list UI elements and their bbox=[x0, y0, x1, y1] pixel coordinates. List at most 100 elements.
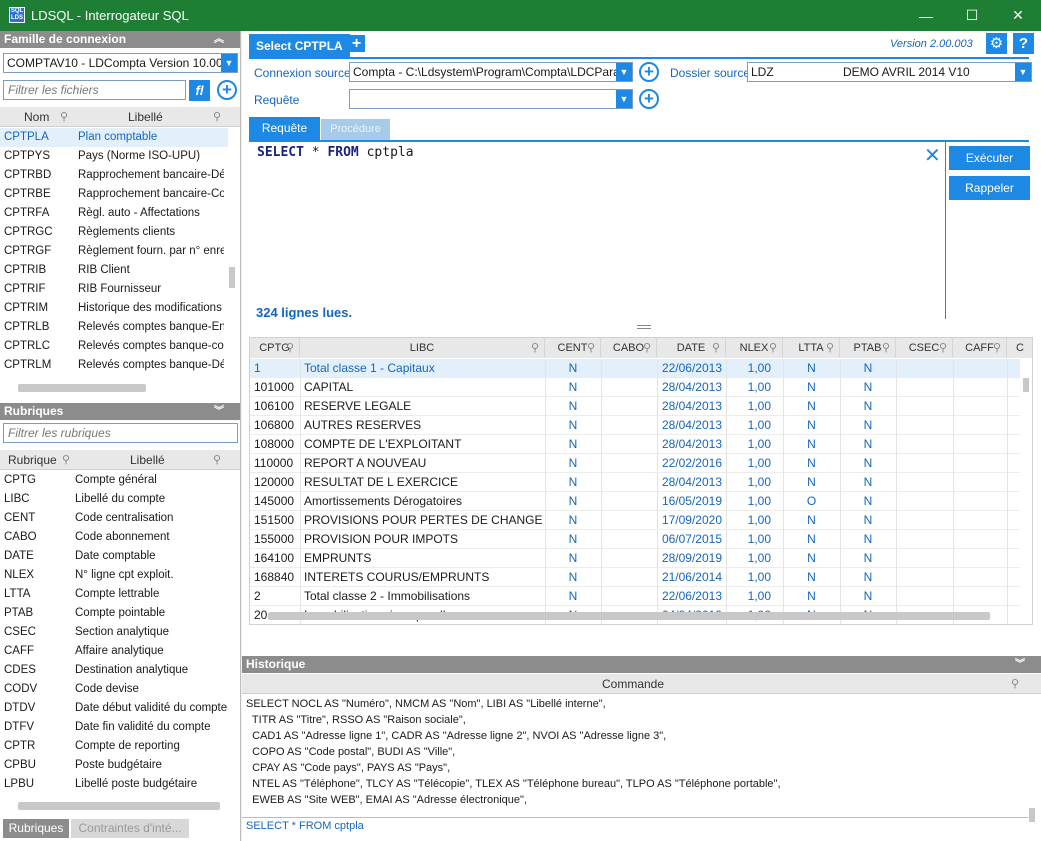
add-requete-button[interactable]: + bbox=[639, 89, 659, 109]
historique-line[interactable]: CAD1 AS "Adresse ligne 1", CADR AS "Adre… bbox=[246, 728, 666, 744]
famille-header[interactable]: Famille de connexion ︽ bbox=[0, 31, 240, 48]
table-row[interactable]: 151500 PROVISIONS POUR PERTES DE CHANGE N 1… bbox=[250, 511, 1020, 530]
col-nom[interactable]: Nom bbox=[24, 107, 49, 127]
table-row[interactable]: 101000 CAPITAL N 28/04/2013 1,00 N N bbox=[250, 378, 1020, 397]
historique-line[interactable]: CPAY AS "Code pays", PAYS AS "Pays", bbox=[246, 760, 450, 776]
col-libelle[interactable]: Libellé bbox=[128, 107, 163, 127]
search-icon[interactable]: ⚲ bbox=[712, 338, 720, 358]
file-row[interactable]: CPTRGC Règlements clients bbox=[0, 223, 228, 242]
expand-icon[interactable]: ︾ bbox=[1015, 656, 1025, 673]
splitter-handle[interactable] bbox=[637, 325, 651, 329]
expand-icon[interactable]: ︾ bbox=[214, 403, 224, 420]
file-row[interactable]: CPTPYS Pays (Norme ISO-UPU) bbox=[0, 147, 228, 166]
rubrique-row[interactable]: CODV Code devise bbox=[0, 680, 228, 699]
close-button[interactable]: ✕ bbox=[995, 0, 1041, 31]
file-row[interactable]: CPTRBE Rapprochement bancaire-Co bbox=[0, 185, 228, 204]
chevron-down-icon[interactable]: ▼ bbox=[616, 63, 632, 81]
rubrique-row[interactable]: CAFF Affaire analytique bbox=[0, 642, 228, 661]
rubrique-row[interactable]: CPTG Compte général bbox=[0, 471, 228, 490]
minimize-button[interactable]: — bbox=[903, 0, 949, 31]
table-row[interactable]: 164100 EMPRUNTS N 28/09/2019 1,00 N N bbox=[250, 549, 1020, 568]
rubrique-row[interactable]: DATE Date comptable bbox=[0, 547, 228, 566]
search-icon[interactable]: ⚲ bbox=[939, 338, 947, 358]
rubrique-row[interactable]: DTFV Date fin validité du compte bbox=[0, 718, 228, 737]
file-row[interactable]: CPTRLB Relevés comptes banque-Ent bbox=[0, 318, 228, 337]
historique-line[interactable]: SELECT NOCL AS "Numéro", NMCM AS "Nom", … bbox=[246, 696, 606, 712]
tab-rubriques[interactable]: Rubriques bbox=[3, 819, 69, 838]
rubriques-hscrollbar[interactable] bbox=[18, 802, 220, 810]
execute-button[interactable]: Exécuter bbox=[949, 146, 1030, 170]
search-icon[interactable]: ⚲ bbox=[213, 107, 221, 127]
search-icon[interactable]: ⚲ bbox=[643, 338, 651, 358]
table-row[interactable]: 108000 COMPTE DE L'EXPLOITANT N 28/04/2013 1… bbox=[250, 435, 1020, 454]
historique-scrollbar[interactable] bbox=[1029, 808, 1035, 822]
grid-col-libc[interactable]: LIBC bbox=[300, 338, 545, 358]
historique-line[interactable]: COPO AS "Code postal", BUDI AS "Ville", bbox=[246, 744, 455, 760]
search-icon[interactable]: ⚲ bbox=[62, 450, 70, 470]
table-row[interactable]: 2 Total classe 2 - Immobilisations N 22/06/… bbox=[250, 587, 1020, 606]
clear-icon[interactable]: ✕ bbox=[924, 146, 941, 166]
search-icon[interactable]: ⚲ bbox=[993, 338, 1001, 358]
grid-hscrollbar[interactable] bbox=[268, 612, 990, 620]
file-row[interactable]: CPTRIM Historique des modifications bbox=[0, 299, 228, 318]
connexion-select[interactable]: Compta - C:\Ldsystem\Program\Compta\LDCP… bbox=[349, 62, 633, 82]
subtab-requete[interactable]: Requête bbox=[249, 117, 320, 140]
rubrique-row[interactable]: NLEX N° ligne cpt exploit. bbox=[0, 566, 228, 585]
file-row[interactable]: CPTRIF RIB Fournisseur bbox=[0, 280, 228, 299]
tab-select-cptpla[interactable]: Select CPTPLA bbox=[249, 34, 350, 58]
rubrique-row[interactable]: LTTA Compte lettrable bbox=[0, 585, 228, 604]
rubrique-row[interactable]: CSEC Section analytique bbox=[0, 623, 228, 642]
search-icon[interactable]: ⚲ bbox=[286, 338, 294, 358]
tab-contraintes[interactable]: Contraintes d'inté... bbox=[71, 819, 189, 838]
search-icon[interactable]: ⚲ bbox=[531, 338, 539, 358]
search-icon[interactable]: ⚲ bbox=[213, 450, 221, 470]
rubrique-row[interactable]: PTAB Compte pointable bbox=[0, 604, 228, 623]
search-icon[interactable]: ⚲ bbox=[769, 338, 777, 358]
table-row[interactable]: 168840 INTERETS COURUS/EMPRUNTS N 21/06/201… bbox=[250, 568, 1020, 587]
rubrique-row[interactable]: DTDV Date début validité du compte bbox=[0, 699, 228, 718]
rubrique-row[interactable]: CABO Code abonnement bbox=[0, 528, 228, 547]
collapse-icon[interactable]: ︽ bbox=[214, 31, 224, 48]
table-row[interactable]: 1 Total classe 1 - Capitaux N 22/06/2013 1,0… bbox=[250, 359, 1020, 378]
table-row[interactable]: 106800 AUTRES RESERVES N 28/04/2013 1,00 N N bbox=[250, 416, 1020, 435]
famille-select[interactable]: COMPTAV10 - LDCompta Version 10.00 ▼ bbox=[3, 53, 238, 73]
file-row[interactable]: CPTRGF Règlement fourn. par n° enre bbox=[0, 242, 228, 261]
file-row[interactable]: CPTRBD Rapprochement bancaire-Dé bbox=[0, 166, 228, 185]
table-row[interactable]: 106100 RESERVE LEGALE N 28/04/2013 1,00 N N bbox=[250, 397, 1020, 416]
dossier-select[interactable]: LDZ DEMO AVRIL 2014 V10 ▼ bbox=[747, 62, 1032, 82]
file-row[interactable]: CPTRLC Relevés comptes banque-con bbox=[0, 337, 228, 356]
historique-line[interactable]: NTEL AS "Téléphone", TLCY AS "Télécopie"… bbox=[246, 776, 780, 792]
file-row[interactable]: CPTRFA Règl. auto - Affectations bbox=[0, 204, 228, 223]
rubrique-row[interactable]: LIBC Libellé du compte bbox=[0, 490, 228, 509]
filter-button[interactable]: fl bbox=[189, 80, 210, 101]
col-rubrique[interactable]: Rubrique bbox=[8, 450, 57, 470]
chevron-down-icon[interactable]: ▼ bbox=[1015, 63, 1031, 81]
table-row[interactable]: 120000 RESULTAT DE L EXERCICE N 28/04/2013 1… bbox=[250, 473, 1020, 492]
rubriques-filter-input[interactable]: Filtrer les rubriques bbox=[3, 423, 238, 443]
add-connexion-button[interactable]: + bbox=[639, 62, 659, 82]
col-commande[interactable]: Commande bbox=[602, 674, 664, 694]
rubrique-row[interactable]: LPBU Libellé poste budgétaire bbox=[0, 775, 228, 794]
recall-button[interactable]: Rappeler bbox=[949, 176, 1030, 200]
historique-line[interactable]: TITR AS "Titre", RSSO AS "Raison sociale… bbox=[246, 712, 466, 728]
search-icon[interactable]: ⚲ bbox=[882, 338, 890, 358]
file-row[interactable]: CPTRLM Relevés comptes banque-Dét bbox=[0, 356, 228, 375]
rubrique-row[interactable]: CENT Code centralisation bbox=[0, 509, 228, 528]
file-row[interactable]: CPTPLA Plan comptable bbox=[0, 128, 228, 147]
maximize-button[interactable]: ☐ bbox=[949, 0, 995, 31]
help-icon[interactable]: ? bbox=[1013, 33, 1034, 54]
chevron-down-icon[interactable]: ▼ bbox=[616, 90, 632, 108]
gear-icon[interactable]: ⚙ bbox=[986, 33, 1007, 54]
grid-col-c[interactable]: C bbox=[1007, 338, 1032, 358]
historique-last-command[interactable]: SELECT * FROM cptpla bbox=[246, 820, 364, 832]
subtab-procedure[interactable]: Procédure bbox=[321, 119, 390, 140]
table-row[interactable]: 110000 REPORT A NOUVEAU N 22/02/2016 1,00 N N bbox=[250, 454, 1020, 473]
historique-header[interactable]: Historique ︾ bbox=[242, 656, 1041, 673]
search-icon[interactable]: ⚲ bbox=[1011, 674, 1019, 694]
search-icon[interactable]: ⚲ bbox=[826, 338, 834, 358]
rubrique-row[interactable]: CPTR Compte de reporting bbox=[0, 737, 228, 756]
add-file-button[interactable]: + bbox=[217, 80, 237, 100]
col-libelle[interactable]: Libellé bbox=[130, 450, 165, 470]
files-hscrollbar[interactable] bbox=[18, 384, 146, 392]
grid-vscrollbar[interactable] bbox=[1023, 378, 1029, 392]
